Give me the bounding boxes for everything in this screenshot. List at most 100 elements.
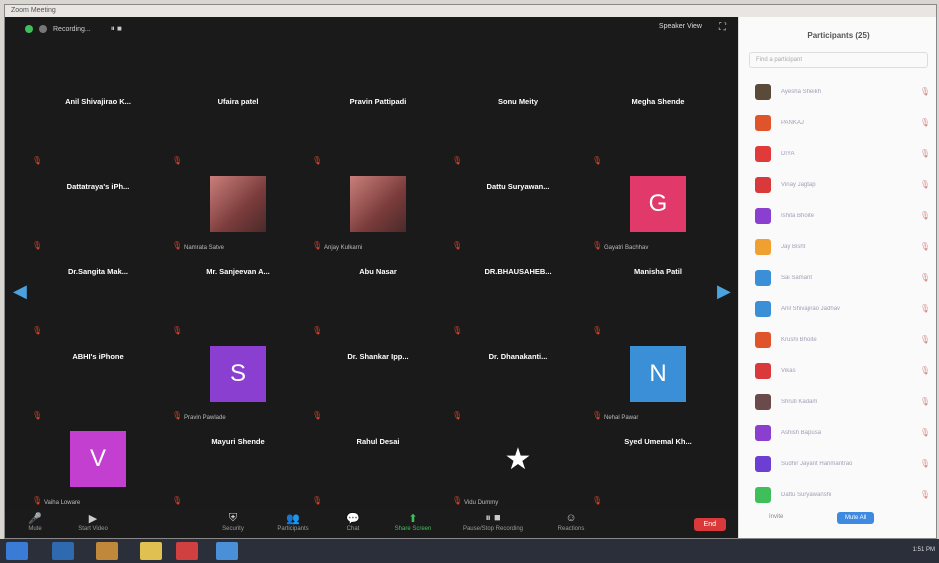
video-tile[interactable]: Abu Nasar 🎙 [310,257,446,339]
participant-avatar: V [70,431,126,487]
muted-microphone-icon: 🎙 [919,459,930,468]
participant-name: DR.BHAUSAHEB... [484,267,552,276]
participant-row[interactable]: Anil Shivajirao Jadhav 🎙 [739,293,936,324]
participants-panel: Participants (25) Find a participant Aye… [738,17,936,538]
muted-microphone-icon: 🎙 [919,428,930,437]
video-tile[interactable]: Mr. Sanjeevan A... 🎙 [170,257,306,339]
participant-row[interactable]: PANKAJ 🎙 [739,107,936,138]
video-tile[interactable]: 🎙 Namrata Satve [170,172,306,254]
folder-icon[interactable] [96,542,118,560]
pause-recording-button[interactable]: ⏸ ■ Pause/Stop Recording [453,512,533,532]
video-tile[interactable]: Ufaira patel 🎙 [170,87,306,169]
participants-button[interactable]: 👥 Participants [263,512,323,532]
recording-status: Recording... [53,25,91,33]
participant-row[interactable]: DIYA 🎙 [739,138,936,169]
video-tile[interactable]: Mayuri Shende 🎙 [170,427,306,509]
participant-name: ABHI's iPhone [72,352,124,361]
participant-caption: Pravin Pawlade [184,415,226,421]
muted-microphone-icon: 🎙 [32,241,43,250]
start-video-button[interactable]: ▶ Start Video [63,512,123,532]
share-screen-button[interactable]: ⬆ Share Screen [383,512,443,532]
participant-caption: Anjay Kulkarni [324,245,363,251]
muted-microphone-icon: 🎙 [919,149,930,158]
video-tile[interactable]: ABHI's iPhone 🎙 [30,342,166,424]
participant-name: Ufaira patel [217,97,259,106]
video-tile[interactable]: ★ 🎙 Vidu Dummy [450,427,586,509]
video-tile[interactable]: Dattu Suryawan... 🎙 [450,172,586,254]
fullscreen-icon[interactable]: ⛶ [719,22,726,33]
files-icon[interactable] [140,542,162,560]
video-tile[interactable]: Megha Shende 🎙 [590,87,726,169]
participant-search-input[interactable]: Find a participant [749,52,928,68]
chrome-icon[interactable] [176,542,198,560]
participant-row[interactable]: Ishita Bhoite 🎙 [739,200,936,231]
system-clock: 1:51 PM [912,547,935,553]
participant-row[interactable]: Vinay Jagtap 🎙 [739,169,936,200]
mute-all-button[interactable]: Mute All [837,512,875,524]
participant-avatar-icon [755,238,771,255]
end-meeting-button[interactable]: End [693,518,726,531]
video-tile[interactable]: Pravin Pattipadi 🎙 [310,87,446,169]
participant-row-name: Ayesha Sheikh [781,88,821,95]
participant-avatar: S [210,346,266,402]
muted-microphone-icon: 🎙 [312,156,323,165]
participant-row[interactable]: Sai Samant 🎙 [739,262,936,293]
participant-row-name: DIYA [781,150,795,157]
window-title: Zoom Meeting [5,5,936,17]
participant-name: Dattatraya's iPh... [66,182,130,191]
video-tile[interactable]: Dr. Dhanakanti... 🎙 [450,342,586,424]
zoom-app-icon[interactable] [216,542,238,560]
participant-row[interactable]: Vikas 🎙 [739,355,936,386]
participant-avatar-icon [755,300,771,317]
participant-row-name: Sudhir Jayant Hanmantrao [781,460,853,467]
participant-avatar-icon [755,424,771,441]
participant-row[interactable]: Sudhir Jayant Hanmantrao 🎙 [739,448,936,479]
participant-name: Mr. Sanjeevan A... [206,267,270,276]
participant-row-name: Anil Shivajirao Jadhav [781,305,841,312]
invite-button[interactable]: Invite [769,514,783,520]
video-tile[interactable]: Manisha Patil 🎙 [590,257,726,339]
participant-row[interactable]: Shruti Kadam 🎙 [739,386,936,417]
start-menu-icon[interactable] [6,542,28,560]
participant-row-name: Dattu Suryawanshi [781,491,832,498]
participant-row[interactable]: Ashish Bapusa 🎙 [739,417,936,448]
participant-row[interactable]: Ayesha Sheikh 🎙 [739,76,936,107]
reactions-button[interactable]: ☺ Reactions [541,512,601,532]
video-tile[interactable]: Sonu Meity 🎙 [450,87,586,169]
video-tile[interactable]: Dr. Shankar Ipp... 🎙 [310,342,446,424]
video-tile[interactable]: Syed Umemal Kh... 🎙 [590,427,726,509]
pause-recording-icon[interactable]: ⏸ ■ [111,24,122,34]
participant-row[interactable]: Krushi Bhoite 🎙 [739,324,936,355]
video-tile[interactable]: N 🎙 Nehal Pawar [590,342,726,424]
video-camera-icon: ▶ [88,513,98,525]
muted-microphone-icon: 🎙 [32,326,43,335]
shield-icon: ⛨ [228,512,238,524]
chat-button[interactable]: 💬 Chat [323,512,383,532]
video-tile[interactable]: Dattatraya's iPh... 🎙 [30,172,166,254]
video-tile[interactable]: V 🎙 Vaiha Loware [30,427,166,509]
video-tile[interactable]: S 🎙 Pravin Pawlade [170,342,306,424]
video-tile[interactable]: Anil Shivajirao K... 🎙 [30,87,166,169]
mute-button[interactable]: 🎤 Mute [5,512,65,532]
participant-photo [210,176,266,232]
participant-name: Megha Shende [631,97,685,106]
video-tile[interactable]: 🎙 Anjay Kulkarni [310,172,446,254]
reactions-icon: ☺ [565,512,577,524]
participant-photo [350,176,406,232]
participant-avatar-icon [755,114,771,131]
participant-name: Anil Shivajirao K... [65,97,131,106]
participant-row[interactable]: Dattu Suryawanshi 🎙 [739,479,936,510]
video-tile[interactable]: DR.BHAUSAHEB... 🎙 [450,257,586,339]
speaker-view-button[interactable]: Speaker View [659,23,702,30]
browser-icon[interactable] [52,542,74,560]
video-tile[interactable]: Rahul Desai 🎙 [310,427,446,509]
muted-microphone-icon: 🎙 [919,87,930,96]
meeting-area: Recording... ⏸ ■ Speaker View ⛶ ◀ ▶ Anil… [5,17,738,538]
participant-avatar-icon [755,486,771,503]
security-shield-icon[interactable] [25,25,33,33]
security-button[interactable]: ⛨ Security [203,512,263,532]
video-tile[interactable]: Dr.Sangita Mak... 🎙 [30,257,166,339]
previous-page-arrow-icon[interactable]: ◀ [13,281,27,302]
video-tile[interactable]: G 🎙 Gayatri Bachhav [590,172,726,254]
participant-row[interactable]: Jay Bisht 🎙 [739,231,936,262]
